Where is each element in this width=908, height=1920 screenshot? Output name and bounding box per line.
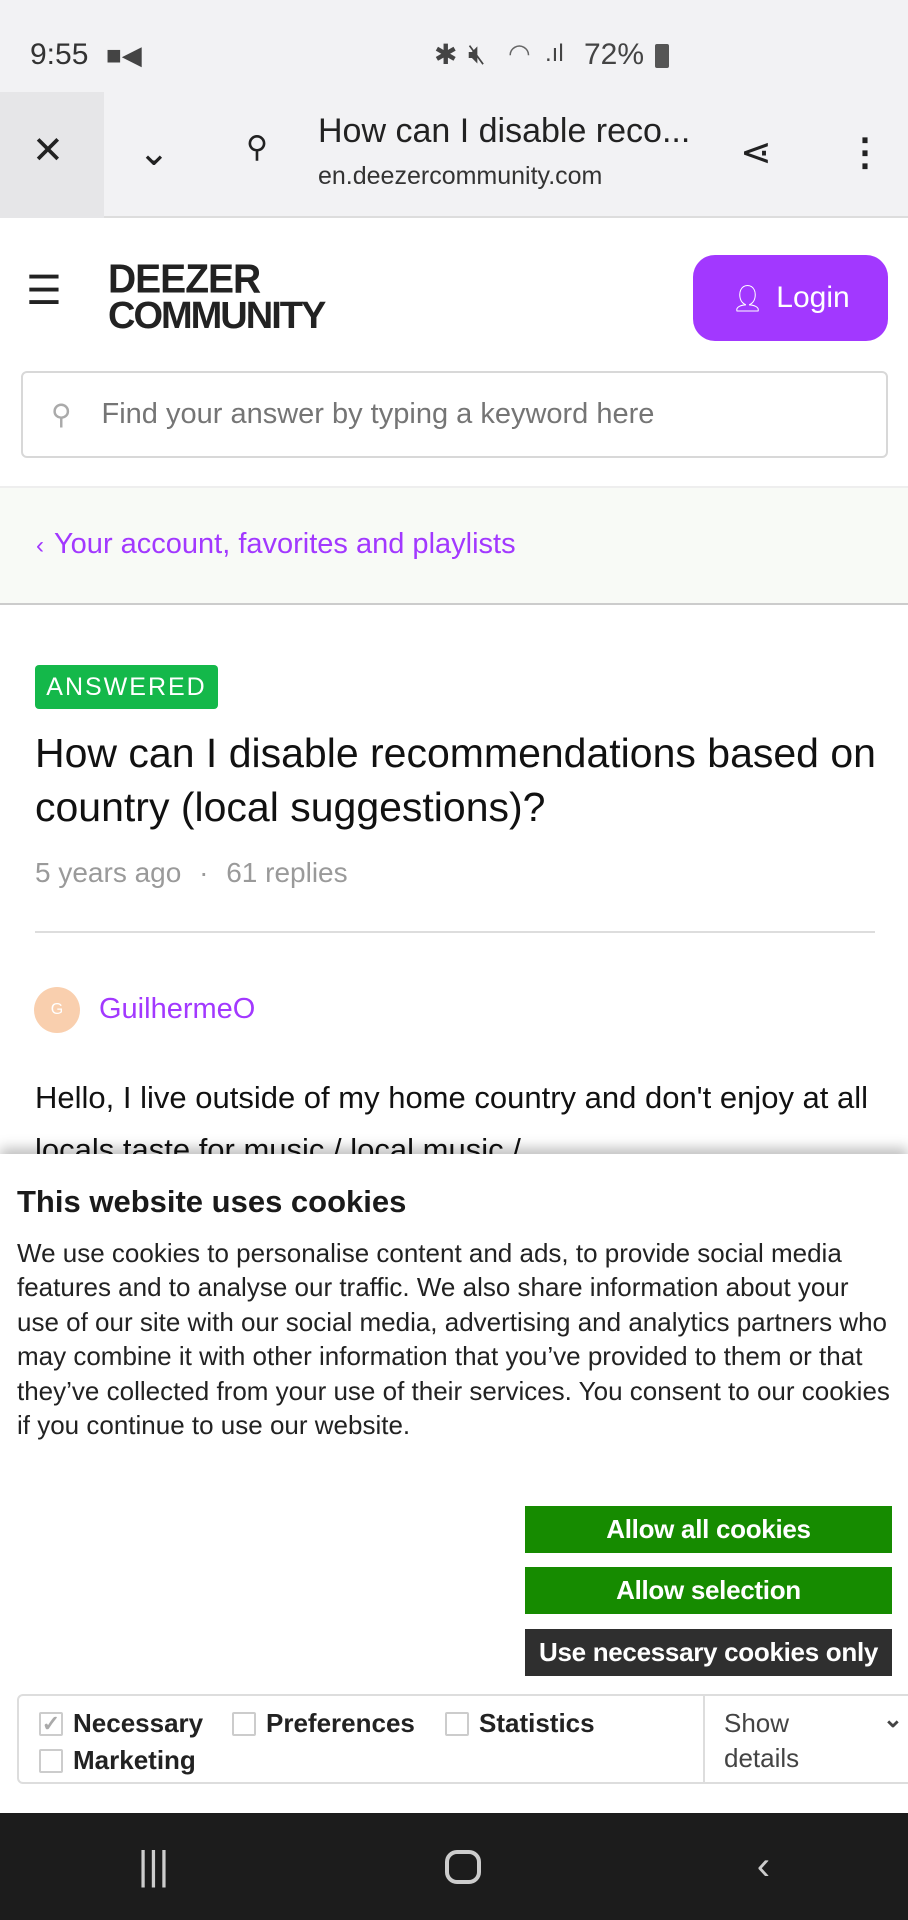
user-icon: 👤︎ — [731, 282, 765, 313]
option-label: Marketing — [73, 1745, 196, 1775]
checkbox-icon — [39, 1748, 63, 1773]
search-input[interactable] — [101, 398, 852, 431]
search-icon: ⚲ — [51, 399, 72, 430]
cookie-options: ✓ Necessary Preferences Statistics Market… — [17, 1694, 908, 1784]
show-details-label: Show details — [724, 1708, 800, 1773]
preferences-checkbox[interactable]: Preferences — [232, 1708, 415, 1739]
statistics-checkbox[interactable]: Statistics — [445, 1708, 595, 1739]
post-age: 5 years ago — [35, 857, 182, 888]
video-record-icon: ■◀ — [106, 40, 142, 70]
battery-text: 72% — [584, 38, 645, 71]
author-link[interactable]: GuilhermeO — [99, 993, 255, 1026]
avatar[interactable]: G — [34, 987, 80, 1033]
home-icon[interactable] — [444, 1849, 481, 1884]
mute-icon: 🔇︎ — [468, 38, 486, 69]
hamburger-menu-icon[interactable]: ☰ — [26, 268, 62, 314]
share-icon[interactable]: ⋖ — [740, 130, 772, 175]
login-button[interactable]: 👤︎ Login — [693, 255, 888, 341]
logo-line2: COMMUNITY — [108, 295, 326, 337]
search-box[interactable]: ⚲ — [21, 371, 888, 458]
android-nav-bar: ||| ‹ — [0, 1813, 908, 1920]
chevron-left-icon: ‹ — [36, 532, 44, 559]
logo-line1: DEEZER — [108, 256, 261, 303]
status-time: 9:55 — [30, 38, 89, 71]
post-title: How can I disable recommendations based … — [35, 730, 876, 830]
answered-badge: ANSWERED — [35, 665, 218, 709]
chevron-down-icon: ⌄ — [882, 1706, 903, 1733]
wifi-icon: ◠ — [508, 38, 531, 68]
checkbox-icon — [445, 1711, 469, 1736]
signal-icon: .ıl — [545, 40, 564, 67]
allow-all-cookies-button[interactable]: Allow all cookies — [525, 1506, 892, 1553]
divider — [35, 931, 875, 933]
option-label: Statistics — [479, 1708, 595, 1738]
option-label: Preferences — [266, 1708, 415, 1738]
reply-count: 61 replies — [226, 857, 348, 888]
bluetooth-icon: ✱ — [434, 39, 458, 70]
battery-icon — [655, 44, 669, 68]
necessary-checkbox[interactable]: ✓ Necessary — [39, 1708, 203, 1739]
show-details-button[interactable]: Show details ⌄ — [703, 1696, 908, 1782]
deezer-community-logo[interactable]: DEEZER COMMUNITY — [108, 256, 326, 337]
option-label: Necessary — [73, 1708, 204, 1738]
necessary-cookies-only-button[interactable]: Use necessary cookies only — [525, 1629, 892, 1676]
marketing-checkbox[interactable]: Marketing — [39, 1745, 196, 1776]
checkbox-icon — [232, 1711, 256, 1736]
more-options-icon[interactable]: ⋮ — [846, 130, 884, 175]
close-tab-button[interactable]: ✕ — [0, 92, 104, 218]
breadcrumb-label: Your account, favorites and playlists — [54, 528, 516, 560]
page-url[interactable]: en.deezercommunity.com — [318, 162, 602, 191]
cookie-text: We use cookies to personalise content an… — [17, 1238, 890, 1441]
checkbox-checked-icon: ✓ — [39, 1711, 63, 1736]
cookie-title: This website uses cookies — [17, 1184, 407, 1219]
cookie-banner: This website uses cookies We use cookies… — [0, 1154, 908, 1814]
browser-toolbar: ✕ ⌄ ⚲ How can I disable reco... en.deeze… — [0, 92, 908, 218]
login-label: Login — [776, 281, 850, 314]
breadcrumb-link[interactable]: ‹ Your account, favorites and playlists — [36, 528, 516, 561]
page-title: How can I disable reco... — [318, 112, 691, 150]
back-icon[interactable]: ‹ — [757, 1844, 770, 1889]
chevron-down-icon[interactable]: ⌄ — [138, 130, 170, 175]
allow-selection-button[interactable]: Allow selection — [525, 1567, 892, 1614]
close-icon: ✕ — [32, 130, 64, 172]
status-bar: 9:55 ■◀ ✱ 🔇︎ ◠ .ıl 72% — [0, 0, 908, 92]
post-meta: 5 years ago · 61 replies — [35, 857, 348, 889]
page-settings-icon[interactable]: ⚲ — [246, 130, 268, 165]
recent-apps-icon[interactable]: ||| — [138, 1844, 169, 1889]
meta-separator: · — [199, 857, 209, 888]
